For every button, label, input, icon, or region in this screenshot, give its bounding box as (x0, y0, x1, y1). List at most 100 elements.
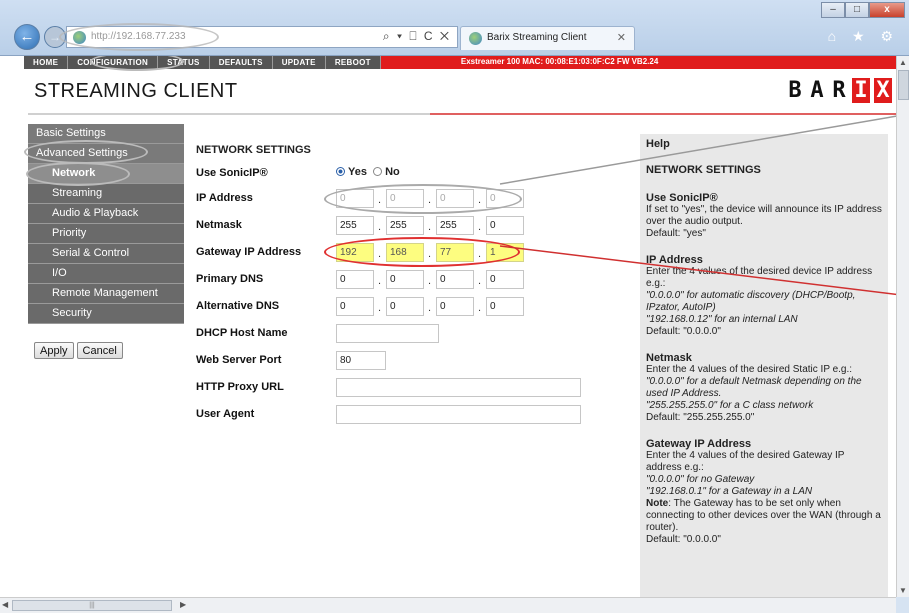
sonicip-no-radio[interactable] (373, 167, 383, 176)
page-content: HOME CONFIGURATION STATUS DEFAULTS UPDAT… (0, 56, 896, 597)
gateway-label: Gateway IP Address (196, 246, 302, 258)
browser-chrome: – □ x ← → http://192.168.77.233 ⌕ ▾ ⎕ C … (0, 0, 909, 56)
sidebar-item-priority[interactable]: Priority (28, 224, 184, 244)
nav-home[interactable]: HOME (24, 56, 69, 69)
logo-letter: R (832, 78, 846, 103)
scroll-down-icon[interactable]: ▼ (899, 586, 907, 595)
form-buttons: Apply Cancel (34, 342, 123, 359)
barix-logo: B A R I X (786, 78, 896, 103)
help-sonicip-text: If set to "yes", the device will announc… (646, 204, 882, 227)
help-gateway-default: Default: "0.0.0.0" (646, 534, 721, 545)
alt-dns-octet-2[interactable]: 0 (386, 297, 424, 316)
help-ip-example-2: "192.168.0.12" for an internal LAN (646, 314, 798, 325)
netmask-octet-1[interactable]: 255 (336, 216, 374, 235)
sonicip-yes-radio[interactable] (336, 167, 345, 176)
tab-close-icon[interactable]: ✕ (617, 31, 626, 44)
annotation-ellipse-network (26, 162, 130, 186)
close-window-button[interactable]: x (869, 2, 905, 18)
alt-dns-octet-3[interactable]: 0 (436, 297, 474, 316)
dot-separator: . (478, 275, 482, 287)
primary-dns-octet-1[interactable]: 0 (336, 270, 374, 289)
help-netmask-example-1: "0.0.0.0" for a default Netmask dependin… (646, 376, 862, 399)
minimize-button[interactable]: – (821, 2, 845, 18)
scroll-up-icon[interactable]: ▲ (899, 58, 907, 67)
logo-letter: I (852, 78, 870, 103)
proxy-url-label: HTTP Proxy URL (196, 381, 284, 393)
help-gateway-text: Enter the 4 values of the desired Gatewa… (646, 450, 845, 473)
primary-dns-octet-4[interactable]: 0 (486, 270, 524, 289)
vertical-scroll-thumb[interactable] (898, 70, 909, 100)
dot-separator: . (428, 221, 432, 233)
logo-letter: X (874, 78, 892, 103)
dot-separator: . (478, 221, 482, 233)
sidebar-item-audio-playback[interactable]: Audio & Playback (28, 204, 184, 224)
alt-dns-octet-4[interactable]: 0 (486, 297, 524, 316)
netmask-octet-3[interactable]: 255 (436, 216, 474, 235)
netmask-octet-4[interactable]: 0 (486, 216, 524, 235)
maximize-button[interactable]: □ (845, 2, 869, 18)
dot-separator: . (378, 302, 382, 314)
dot-separator: . (478, 302, 482, 314)
sonicip-yes-label: Yes (348, 166, 367, 178)
primary-dns-label: Primary DNS (196, 273, 264, 285)
scroll-left-icon[interactable]: ◀ (2, 600, 8, 609)
help-gateway-note: : The Gateway has to be set only when co… (646, 498, 881, 533)
back-arrow-icon[interactable]: ← (14, 24, 40, 50)
sidebar-item-serial-control[interactable]: Serial & Control (28, 244, 184, 264)
address-tools-icons[interactable]: ⌕ ▾ ⎕ C ✕ (383, 29, 451, 44)
alt-dns-label: Alternative DNS (196, 300, 280, 312)
browser-toolbar-icons[interactable]: ⌂ ★ ⚙ (828, 28, 899, 45)
device-info-bar: Exstreamer 100 MAC: 00:08:E1:03:0F:C2 FW… (380, 56, 896, 69)
user-agent-input[interactable] (336, 405, 581, 424)
nav-reboot[interactable]: REBOOT (326, 56, 381, 69)
help-gateway-title: Gateway IP Address (646, 438, 752, 450)
cancel-button[interactable]: Cancel (76, 342, 123, 359)
horizontal-scrollbar[interactable]: ◀ ||| ▶ (0, 597, 896, 613)
help-title: Help (646, 138, 670, 150)
logo-letter: B (788, 78, 802, 103)
sidebar-item-io[interactable]: I/O (28, 264, 184, 284)
ip-address-label: IP Address (196, 192, 253, 204)
proxy-url-input[interactable] (336, 378, 581, 397)
scroll-right-icon[interactable]: ▶ (180, 600, 186, 609)
web-port-input[interactable]: 80 (336, 351, 386, 370)
web-port-label: Web Server Port (196, 354, 282, 366)
nav-menu: HOME CONFIGURATION STATUS DEFAULTS UPDAT… (24, 56, 381, 69)
annotation-ellipse-url (59, 23, 219, 51)
help-netmask-default: Default: "255.255.255.0" (646, 412, 755, 423)
alt-dns-octet-1[interactable]: 0 (336, 297, 374, 316)
dot-separator: . (428, 302, 432, 314)
help-gateway-example-2: "192.168.0.1" for a Gateway in a LAN (646, 486, 813, 497)
netmask-octet-2[interactable]: 255 (386, 216, 424, 235)
horizontal-scroll-thumb[interactable]: ||| (12, 600, 172, 611)
dhcp-host-label: DHCP Host Name (196, 327, 288, 339)
help-ip-example-1: "0.0.0.0" for automatic discovery (DHCP/… (646, 290, 856, 313)
help-gateway-note-label: Note (646, 498, 669, 509)
primary-dns-octet-2[interactable]: 0 (386, 270, 424, 289)
vertical-scrollbar[interactable]: ▲ ▼ (896, 56, 909, 597)
dhcp-host-input[interactable] (336, 324, 439, 343)
help-netmask-title: Netmask (646, 352, 692, 364)
page-title: STREAMING CLIENT (34, 80, 238, 102)
browser-tab[interactable]: Barix Streaming Client ✕ (460, 26, 635, 50)
help-netmask-example-2: "255.255.255.0" for a C class network (646, 400, 814, 411)
nav-defaults[interactable]: DEFAULTS (210, 56, 273, 69)
sidebar-item-remote-management[interactable]: Remote Management (28, 284, 184, 304)
top-navigation: HOME CONFIGURATION STATUS DEFAULTS UPDAT… (24, 56, 896, 71)
apply-button[interactable]: Apply (34, 342, 74, 359)
help-gateway-example-1: "0.0.0.0" for no Gateway (646, 474, 755, 485)
help-sonicip-title: Use SonicIP® (646, 192, 718, 204)
form-title: NETWORK SETTINGS (196, 144, 311, 156)
window-controls: – □ x (821, 2, 905, 18)
netmask-label: Netmask (196, 219, 242, 231)
help-sonicip-default: Default: "yes" (646, 228, 706, 239)
logo-letter: A (810, 78, 824, 103)
sidebar-item-streaming[interactable]: Streaming (28, 184, 184, 204)
sidebar-item-security[interactable]: Security (28, 304, 184, 324)
address-bar[interactable]: http://192.168.77.233 ⌕ ▾ ⎕ C ✕ (59, 23, 458, 51)
dot-separator: . (378, 221, 382, 233)
help-ip-text: Enter the 4 values of the desired device… (646, 266, 873, 289)
tab-favicon-icon (469, 32, 482, 45)
primary-dns-octet-3[interactable]: 0 (436, 270, 474, 289)
nav-update[interactable]: UPDATE (273, 56, 326, 69)
